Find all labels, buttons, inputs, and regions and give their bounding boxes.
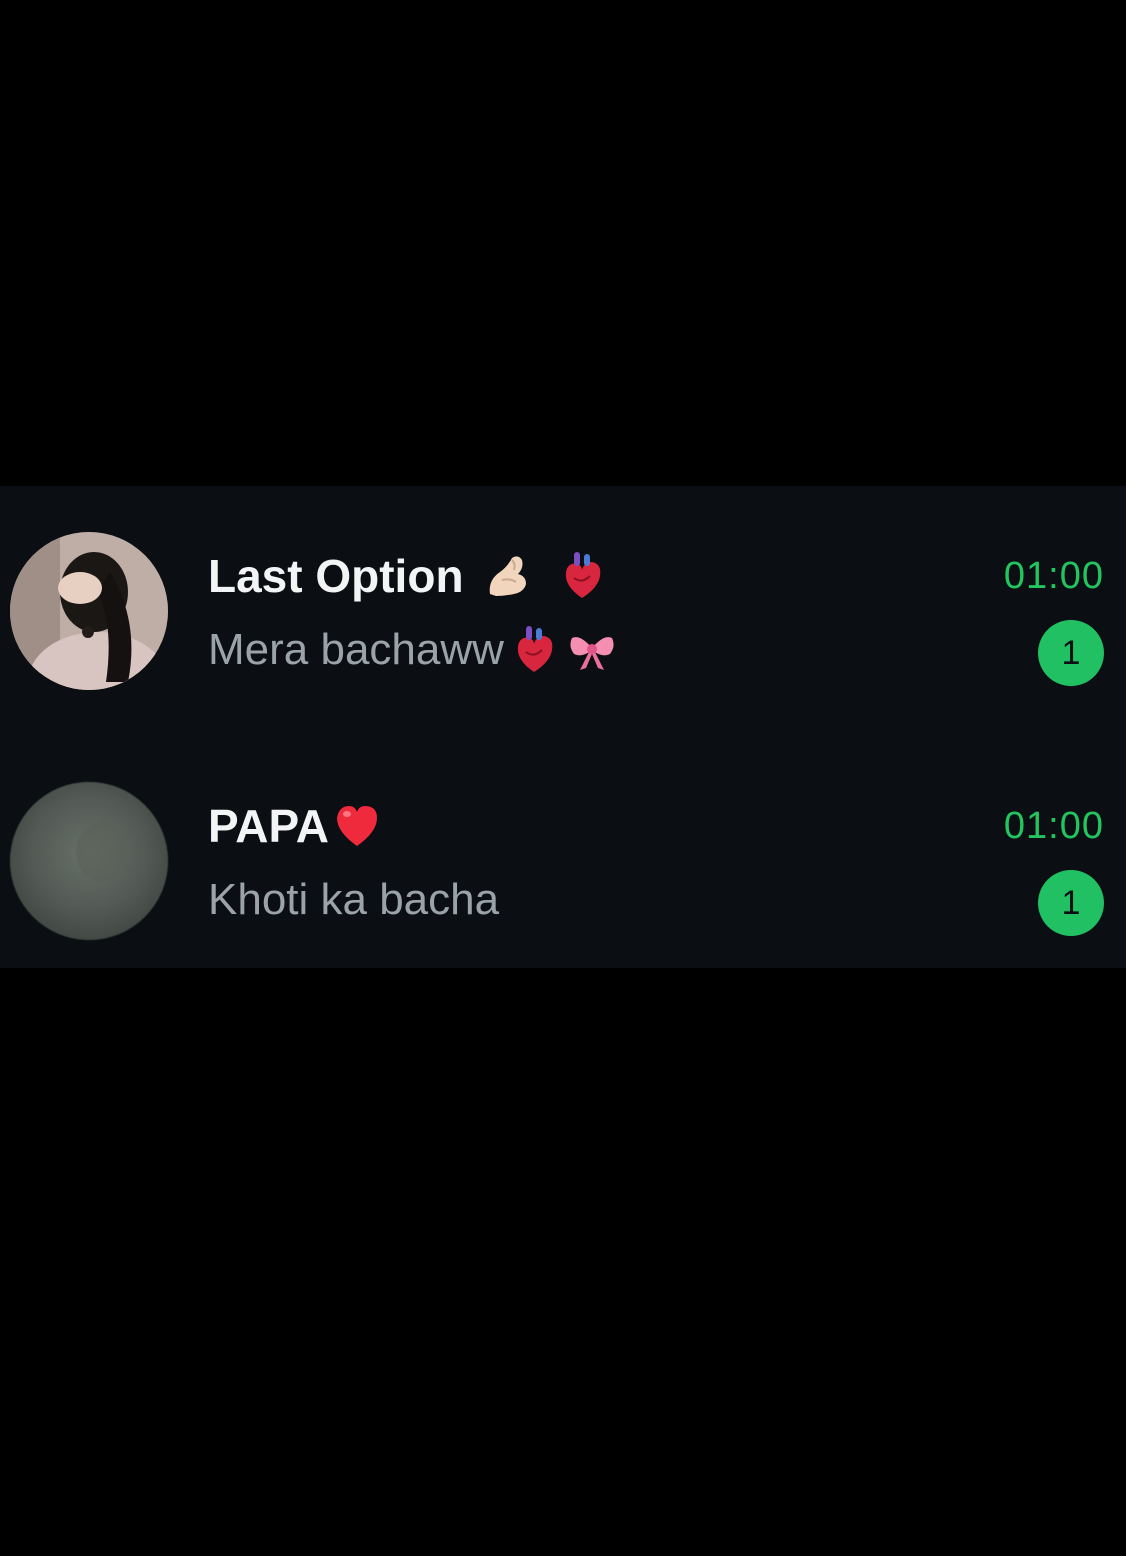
anatomical-heart-icon	[556, 550, 608, 602]
chat-preview: Mera bachaww	[208, 622, 618, 678]
unread-badge: 1	[1038, 870, 1104, 936]
chat-name-text: Last Option	[208, 550, 464, 602]
chat-list: Last Option Mera bachaww 01:00 1 PAPA Kh…	[0, 486, 1126, 968]
chat-time: 01:00	[1003, 555, 1104, 597]
chat-name-text: PAPA	[208, 800, 329, 852]
anatomical-heart-icon	[508, 624, 560, 676]
avatar[interactable]	[10, 532, 168, 690]
unread-badge: 1	[1038, 620, 1104, 686]
chat-name: Last Option	[208, 548, 608, 604]
chat-preview-text: Khoti ka bacha	[208, 875, 500, 924]
red-heart-icon	[331, 800, 383, 852]
ribbon-bow-icon	[566, 624, 618, 676]
pinched-fingers-icon	[482, 550, 534, 602]
person-photo-icon	[10, 532, 168, 690]
chat-preview: Khoti ka bacha	[208, 872, 499, 928]
blurred-photo-icon	[10, 782, 168, 940]
chat-name: PAPA	[208, 798, 383, 854]
chat-time: 01:00	[1003, 805, 1104, 847]
chat-row-last-option[interactable]: Last Option Mera bachaww 01:00 1	[0, 516, 1126, 716]
avatar[interactable]	[10, 782, 168, 940]
chat-row-papa[interactable]: PAPA Khoti ka bacha 01:00 1	[0, 766, 1126, 966]
chat-preview-text: Mera bachaww	[208, 625, 504, 674]
